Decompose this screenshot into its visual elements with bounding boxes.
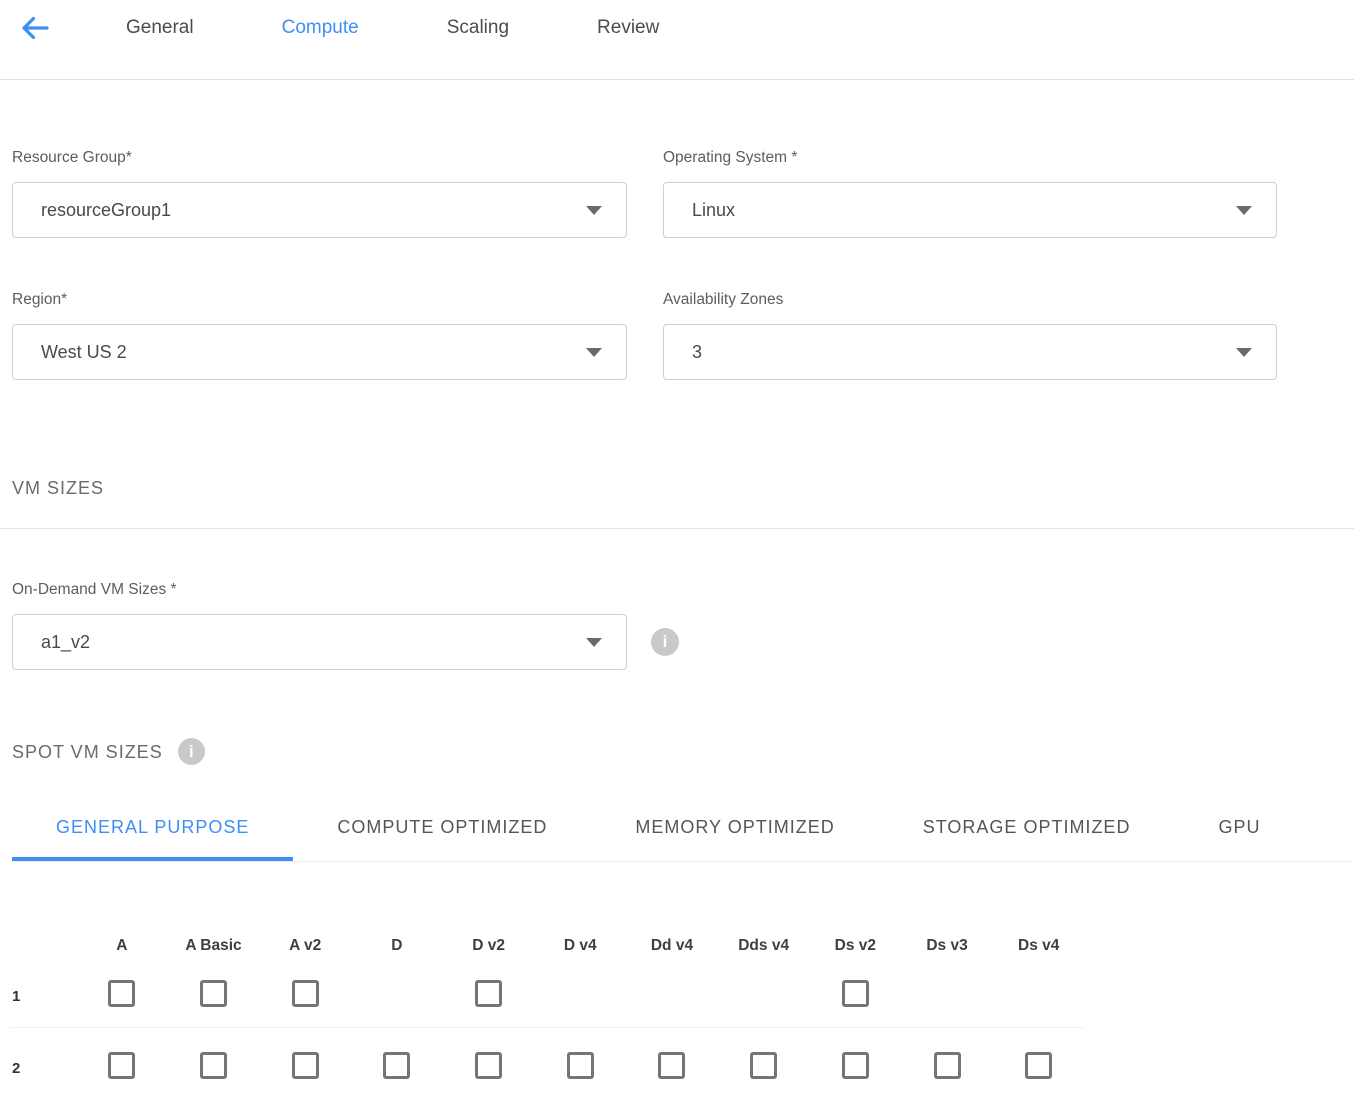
cell-ds-v3-row2: [901, 1052, 993, 1084]
row-label-1: 1: [10, 988, 76, 1005]
vm-size-checkbox-d-v4-row2[interactable]: [567, 1052, 594, 1079]
vm-size-row-1: 1: [10, 955, 1085, 1028]
vm-size-checkbox-d-row2[interactable]: [383, 1052, 410, 1079]
cell-ds-v4-row2: [993, 1052, 1085, 1084]
cell-ds-v2-row1: [810, 980, 902, 1012]
cell-a-v2-row2: [259, 1052, 351, 1084]
column-header-dds-v4: Dds v4: [718, 937, 810, 955]
chevron-down-icon: [1236, 206, 1252, 215]
column-header-d: D: [351, 937, 443, 955]
vm-size-checkbox-ds-v2-row2[interactable]: [842, 1052, 869, 1079]
arrow-left-icon: [19, 15, 49, 41]
cell-a-basic-row1: [168, 980, 260, 1012]
resource-group-label: Resource Group*: [12, 148, 627, 167]
tab-review[interactable]: Review: [553, 14, 703, 42]
region-value: West US 2: [41, 342, 127, 363]
column-header-ds-v3: Ds v3: [901, 937, 993, 955]
cell-dd-v4-row2: [626, 1052, 718, 1084]
chevron-down-icon: [586, 638, 602, 647]
vm-size-checkbox-a-row1[interactable]: [108, 980, 135, 1007]
column-header-d-v4: D v4: [534, 937, 626, 955]
spot-vm-size-table: AA BasicA v2DD v2D v4Dd v4Dds v4Ds v2Ds …: [10, 937, 1085, 1084]
cell-d-v4-row2: [534, 1052, 626, 1084]
operating-system-select[interactable]: Linux: [663, 182, 1277, 238]
cell-d-v2-row2: [443, 1052, 535, 1084]
tab-compute[interactable]: Compute: [238, 14, 403, 42]
vm-size-checkbox-a-v2-row2[interactable]: [292, 1052, 319, 1079]
vm-size-row-2: 2: [10, 1028, 1085, 1084]
info-icon[interactable]: i: [651, 628, 679, 656]
availability-zones-value: 3: [692, 342, 702, 363]
column-header-a-v2: A v2: [259, 937, 351, 955]
region-label: Region*: [12, 290, 627, 309]
vm-sizes-heading: VM SIZES: [12, 478, 1277, 498]
info-icon[interactable]: i: [178, 738, 205, 765]
row-label-2: 2: [10, 1060, 76, 1077]
chevron-down-icon: [1236, 348, 1252, 357]
column-header-a-basic: A Basic: [168, 937, 260, 955]
compute-form: Resource Group* resourceGroup1 Operating S…: [12, 148, 1277, 432]
operating-system-label: Operating System *: [663, 148, 1277, 167]
cell-d-row2: [351, 1052, 443, 1084]
spot-tab-gpu[interactable]: GPU: [1174, 803, 1304, 861]
cell-a-basic-row2: [168, 1052, 260, 1084]
vm-size-checkbox-ds-v4-row2[interactable]: [1025, 1052, 1052, 1079]
chevron-down-icon: [586, 348, 602, 357]
field-resource-group: Resource Group* resourceGroup1: [12, 148, 627, 238]
vm-size-checkbox-dds-v4-row2[interactable]: [750, 1052, 777, 1079]
cell-ds-v2-row2: [810, 1052, 902, 1084]
on-demand-vm-sizes-value: a1_v2: [41, 632, 90, 653]
column-header-a: A: [76, 937, 168, 955]
availability-zones-select[interactable]: 3: [663, 324, 1277, 380]
resource-group-select[interactable]: resourceGroup1: [12, 182, 627, 238]
field-operating-system: Operating System * Linux: [663, 148, 1277, 238]
back-button[interactable]: [18, 14, 50, 42]
on-demand-vm-sizes-select[interactable]: a1_v2: [12, 614, 627, 670]
vm-size-checkbox-dd-v4-row2[interactable]: [658, 1052, 685, 1079]
vm-size-checkbox-ds-v3-row2[interactable]: [934, 1052, 961, 1079]
spot-tab-compute-optimized[interactable]: COMPUTE OPTIMIZED: [293, 803, 591, 861]
vm-size-checkbox-a-basic-row2[interactable]: [200, 1052, 227, 1079]
column-header-d-v2: D v2: [443, 937, 535, 955]
column-header-ds-v2: Ds v2: [810, 937, 902, 955]
cell-a-row1: [76, 980, 168, 1012]
column-header-ds-v4: Ds v4: [993, 937, 1085, 955]
vm-size-checkbox-a-row2[interactable]: [108, 1052, 135, 1079]
section-divider: [0, 528, 1354, 529]
column-header-dd-v4: Dd v4: [626, 937, 718, 955]
cell-d-v2-row1: [443, 980, 535, 1012]
field-on-demand-vm-sizes: On-Demand VM Sizes * a1_v2 i: [12, 580, 1277, 670]
operating-system-value: Linux: [692, 200, 735, 221]
tab-general[interactable]: General: [82, 14, 238, 42]
wizard-nav: GeneralComputeScalingReview: [0, 0, 1354, 80]
wizard-tabs: GeneralComputeScalingReview: [82, 14, 703, 42]
spot-tab-storage-optimized[interactable]: STORAGE OPTIMIZED: [879, 803, 1175, 861]
on-demand-vm-sizes-label: On-Demand VM Sizes *: [12, 580, 1277, 599]
tab-scaling[interactable]: Scaling: [403, 14, 553, 42]
spot-tab-general-purpose[interactable]: GENERAL PURPOSE: [12, 803, 293, 861]
spot-tab-memory-optimized[interactable]: MEMORY OPTIMIZED: [591, 803, 878, 861]
cell-dds-v4-row2: [718, 1052, 810, 1084]
vm-size-table-header: AA BasicA v2DD v2D v4Dd v4Dds v4Ds v2Ds …: [10, 937, 1085, 955]
resource-group-value: resourceGroup1: [41, 200, 171, 221]
vm-size-checkbox-d-v2-row1[interactable]: [475, 980, 502, 1007]
availability-zones-label: Availability Zones: [663, 290, 1277, 309]
vm-size-checkbox-a-basic-row1[interactable]: [200, 980, 227, 1007]
vm-size-checkbox-d-v2-row2[interactable]: [475, 1052, 502, 1079]
chevron-down-icon: [586, 206, 602, 215]
vm-size-checkbox-a-v2-row1[interactable]: [292, 980, 319, 1007]
spot-category-tabs: GENERAL PURPOSECOMPUTE OPTIMIZEDMEMORY O…: [12, 803, 1354, 862]
field-region: Region* West US 2: [12, 290, 627, 380]
cell-a-v2-row1: [259, 980, 351, 1012]
field-availability-zones: Availability Zones 3: [663, 290, 1277, 380]
vm-size-checkbox-ds-v2-row1[interactable]: [842, 980, 869, 1007]
cell-a-row2: [76, 1052, 168, 1084]
spot-vm-sizes-heading: SPOT VM SIZES: [12, 742, 163, 762]
region-select[interactable]: West US 2: [12, 324, 627, 380]
